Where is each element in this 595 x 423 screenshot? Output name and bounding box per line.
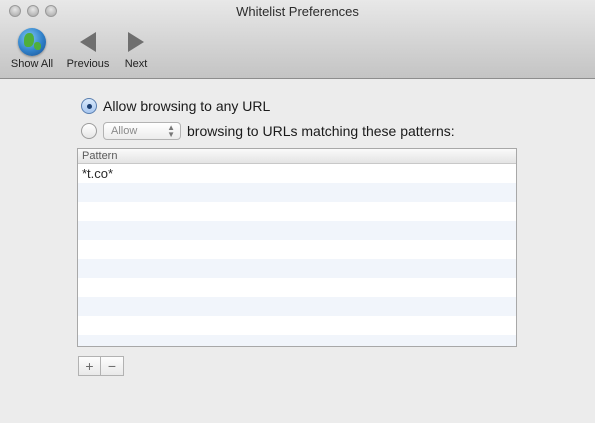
allow-any-url-label: Allow browsing to any URL: [103, 98, 271, 114]
window-title: Whitelist Preferences: [236, 4, 359, 19]
remove-pattern-button[interactable]: −: [101, 356, 124, 376]
globe-icon: [18, 28, 46, 56]
allow-any-url-radio[interactable]: [81, 98, 97, 114]
allow-any-url-option[interactable]: Allow browsing to any URL: [81, 98, 270, 114]
next-label: Next: [124, 58, 148, 70]
updown-caret-icon: ▲ ▼: [167, 123, 175, 139]
table-row[interactable]: *t.co*: [78, 164, 516, 183]
table-row[interactable]: [78, 221, 516, 240]
pattern-column-header[interactable]: Pattern: [78, 149, 516, 164]
table-row[interactable]: [78, 316, 516, 335]
pattern-option: Allow ▲ ▼ browsing to URLs matching these…: [81, 122, 455, 140]
table-row[interactable]: [78, 335, 516, 346]
table-row[interactable]: [78, 297, 516, 316]
list-edit-buttons: + −: [78, 356, 124, 376]
previous-label: Previous: [66, 58, 110, 70]
right-arrow-icon: [122, 28, 150, 56]
allow-deny-select-value: Allow: [111, 125, 138, 137]
previous-button[interactable]: Previous: [63, 28, 113, 70]
table-row[interactable]: [78, 259, 516, 278]
pattern-radio[interactable]: [81, 123, 97, 139]
table-row[interactable]: [78, 278, 516, 297]
next-button[interactable]: Next: [118, 28, 154, 70]
table-row[interactable]: [78, 202, 516, 221]
add-pattern-button[interactable]: +: [78, 356, 101, 376]
preferences-window: Whitelist Preferences Show All Previous …: [0, 0, 595, 423]
toolbar: Whitelist Preferences Show All Previous …: [0, 0, 595, 79]
allow-deny-select[interactable]: Allow ▲ ▼: [103, 122, 181, 140]
show-all-button[interactable]: Show All: [8, 28, 56, 70]
table-row[interactable]: [78, 183, 516, 202]
left-arrow-icon: [74, 28, 102, 56]
patterns-table: Pattern *t.co*: [77, 148, 517, 347]
table-row[interactable]: [78, 240, 516, 259]
show-all-label: Show All: [10, 58, 54, 70]
pattern-option-label: browsing to URLs matching these patterns…: [187, 123, 455, 139]
